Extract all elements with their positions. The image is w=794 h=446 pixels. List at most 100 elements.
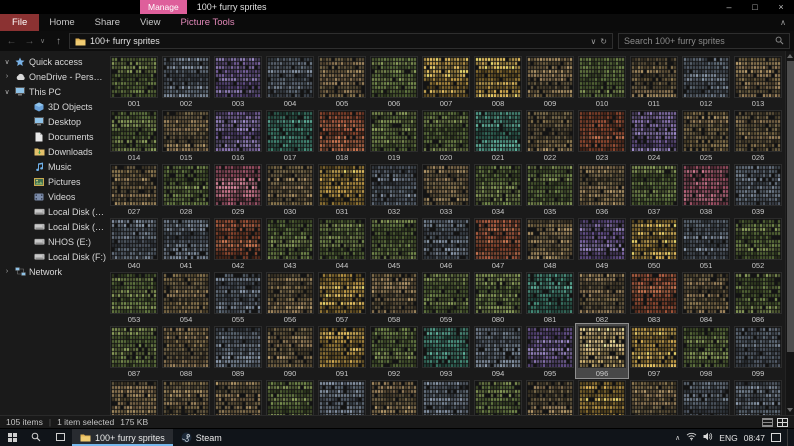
file-item-040[interactable]: 040 [108,216,160,270]
file-item-093[interactable]: 093 [420,324,472,378]
file-item-011[interactable]: 011 [628,54,680,108]
file-item-098[interactable]: 098 [680,324,732,378]
file-item[interactable] [472,378,524,415]
minimize-button[interactable]: – [716,0,742,14]
file-item-015[interactable]: 015 [160,108,212,162]
vertical-scrollbar[interactable] [785,51,794,415]
manage-contextual-tab[interactable]: Manage [140,0,187,14]
expand-chevron-icon[interactable]: › [3,73,11,80]
file-item[interactable] [212,378,264,415]
sidebar-item-onedrive-personal[interactable]: › OneDrive - Personal [0,69,106,84]
thumbnails-view-icon[interactable] [777,417,788,427]
file-item-030[interactable]: 030 [264,162,316,216]
close-button[interactable]: × [768,0,794,14]
sidebar-item-music[interactable]: Music [0,159,106,174]
file-item-035[interactable]: 035 [524,162,576,216]
file-item-054[interactable]: 054 [160,270,212,324]
file-item-014[interactable]: 014 [108,108,160,162]
file-item-031[interactable]: 031 [316,162,368,216]
sidebar-item-3d-objects[interactable]: 3D Objects [0,99,106,114]
tab-view[interactable]: View [130,14,170,31]
file-item-084[interactable]: 084 [680,270,732,324]
file-item-043[interactable]: 043 [264,216,316,270]
scrollbar-thumb[interactable] [787,61,794,353]
file-item-094[interactable]: 094 [472,324,524,378]
back-icon[interactable]: ← [4,36,19,47]
file-item-042[interactable]: 042 [212,216,264,270]
file-item-095[interactable]: 095 [524,324,576,378]
file-item[interactable] [316,378,368,415]
file-item-096[interactable]: 096 [575,323,629,379]
search-input[interactable]: Search 100+ furry sprites [618,33,790,49]
sidebar-item-local-disk-f[interactable]: Local Disk (F:) [0,249,106,264]
file-item-001[interactable]: 001 [108,54,160,108]
file-item-089[interactable]: 089 [212,324,264,378]
file-item-038[interactable]: 038 [680,162,732,216]
file-item-052[interactable]: 052 [732,216,784,270]
file-item-037[interactable]: 037 [628,162,680,216]
file-item-016[interactable]: 016 [212,108,264,162]
file-item-036[interactable]: 036 [576,162,628,216]
sidebar-item-network[interactable]: › Network [0,264,106,279]
sidebar-item-documents[interactable]: Documents [0,129,106,144]
start-button[interactable] [0,429,24,446]
sidebar-item-desktop[interactable]: Desktop [0,114,106,129]
file-item-023[interactable]: 023 [576,108,628,162]
file-item-020[interactable]: 020 [420,108,472,162]
file-item-048[interactable]: 048 [524,216,576,270]
file-item-007[interactable]: 007 [420,54,472,108]
address-box[interactable]: 100+ furry sprites ∨ ↻ [69,33,613,49]
file-item-087[interactable]: 087 [108,324,160,378]
file-item-055[interactable]: 055 [212,270,264,324]
tab-home[interactable]: Home [39,14,84,31]
file-item-022[interactable]: 022 [524,108,576,162]
details-view-icon[interactable] [762,417,773,427]
collapse-chevron-icon[interactable]: ∨ [3,88,11,96]
collapse-ribbon-icon[interactable]: ∧ [780,18,786,27]
file-item-092[interactable]: 092 [368,324,420,378]
file-item[interactable] [420,378,472,415]
file-item[interactable] [680,378,732,415]
wifi-icon[interactable] [686,432,697,443]
scroll-down-icon[interactable] [787,408,793,412]
file-item[interactable] [160,378,212,415]
file-item-013[interactable]: 013 [732,54,784,108]
maximize-button[interactable]: □ [742,0,768,14]
forward-icon[interactable]: → [22,36,37,47]
sidebar-item-quick-access[interactable]: ∨ Quick access [0,54,106,69]
file-item-012[interactable]: 012 [680,54,732,108]
file-item-080[interactable]: 080 [472,270,524,324]
recent-locations-icon[interactable]: ∨ [40,37,48,45]
tray-overflow-icon[interactable]: ∧ [675,434,680,442]
file-item-044[interactable]: 044 [316,216,368,270]
sidebar-item-this-pc[interactable]: ∨ This PC [0,84,106,99]
taskbar-search-button[interactable] [24,429,48,446]
file-item-057[interactable]: 057 [316,270,368,324]
file-item-018[interactable]: 018 [316,108,368,162]
tab-share[interactable]: Share [85,14,130,31]
notification-center-icon[interactable] [771,433,781,442]
file-item-025[interactable]: 025 [680,108,732,162]
clock[interactable]: 08:47 [744,433,765,443]
language-indicator[interactable]: ENG [719,433,737,443]
taskbar-app-100-furry-sprites[interactable]: 100+ furry sprites [72,429,173,446]
file-item[interactable] [108,378,160,415]
file-item-059[interactable]: 059 [420,270,472,324]
file-item-053[interactable]: 053 [108,270,160,324]
refresh-icon[interactable]: ↻ [600,37,607,46]
file-item-019[interactable]: 019 [368,108,420,162]
file-item-009[interactable]: 009 [524,54,576,108]
file-item-028[interactable]: 028 [160,162,212,216]
sidebar-item-nhos-e[interactable]: NHOS (E:) [0,234,106,249]
file-item-047[interactable]: 047 [472,216,524,270]
file-item-032[interactable]: 032 [368,162,420,216]
scroll-up-icon[interactable] [787,54,793,58]
sidebar-item-pictures[interactable]: Pictures [0,174,106,189]
file-item-002[interactable]: 002 [160,54,212,108]
file-item[interactable] [368,378,420,415]
file-item[interactable] [732,378,784,415]
file-item-027[interactable]: 027 [108,162,160,216]
collapse-chevron-icon[interactable]: ∨ [3,58,11,66]
file-item-056[interactable]: 056 [264,270,316,324]
file-item-017[interactable]: 017 [264,108,316,162]
